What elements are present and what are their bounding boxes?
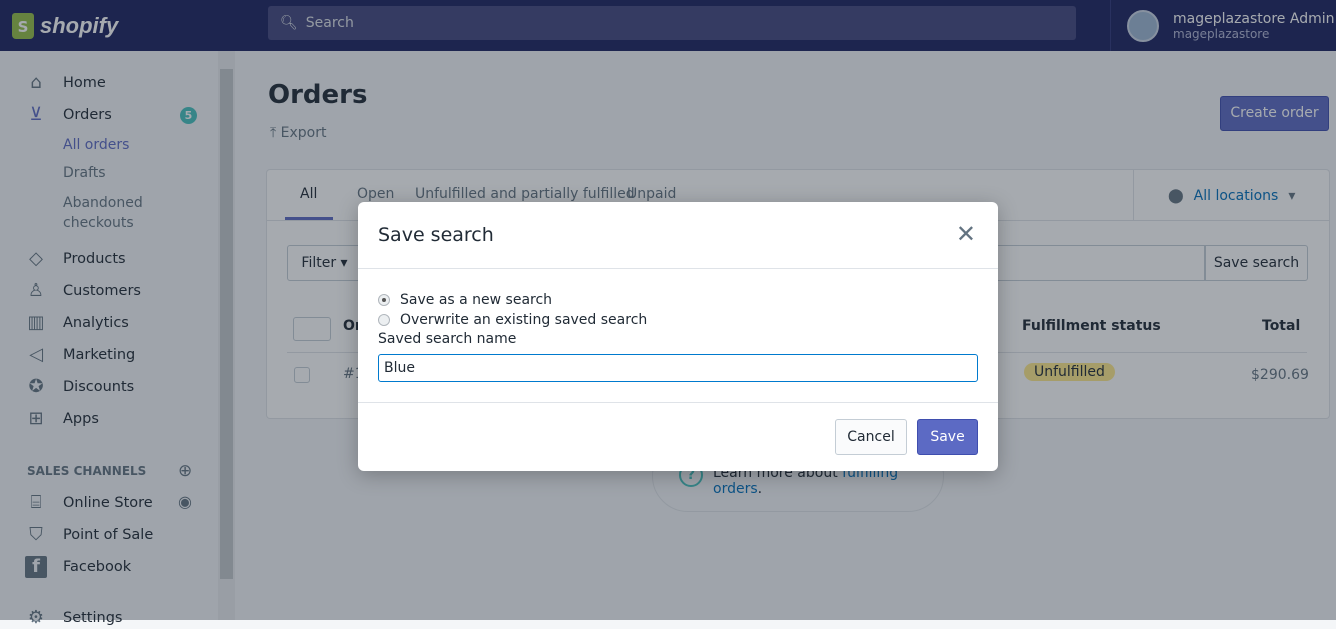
radio-save-new[interactable]: Save as a new search [378, 292, 552, 308]
radio-button[interactable] [378, 314, 390, 326]
radio-label: Overwrite an existing saved search [400, 312, 648, 328]
save-search-modal: Save search ✕ Save as a new search Overwr… [358, 202, 998, 471]
divider [358, 402, 998, 403]
radio-label: Save as a new search [400, 292, 553, 308]
save-button[interactable]: Save [917, 419, 978, 455]
radio-overwrite[interactable]: Overwrite an existing saved search [378, 312, 647, 328]
saved-search-name-input[interactable] [378, 354, 978, 382]
radio-button-checked[interactable] [378, 294, 390, 306]
close-icon[interactable]: ✕ [956, 220, 976, 248]
field-label: Saved search name [378, 331, 517, 347]
modal-title: Save search [378, 224, 494, 246]
cancel-button[interactable]: Cancel [835, 419, 907, 455]
